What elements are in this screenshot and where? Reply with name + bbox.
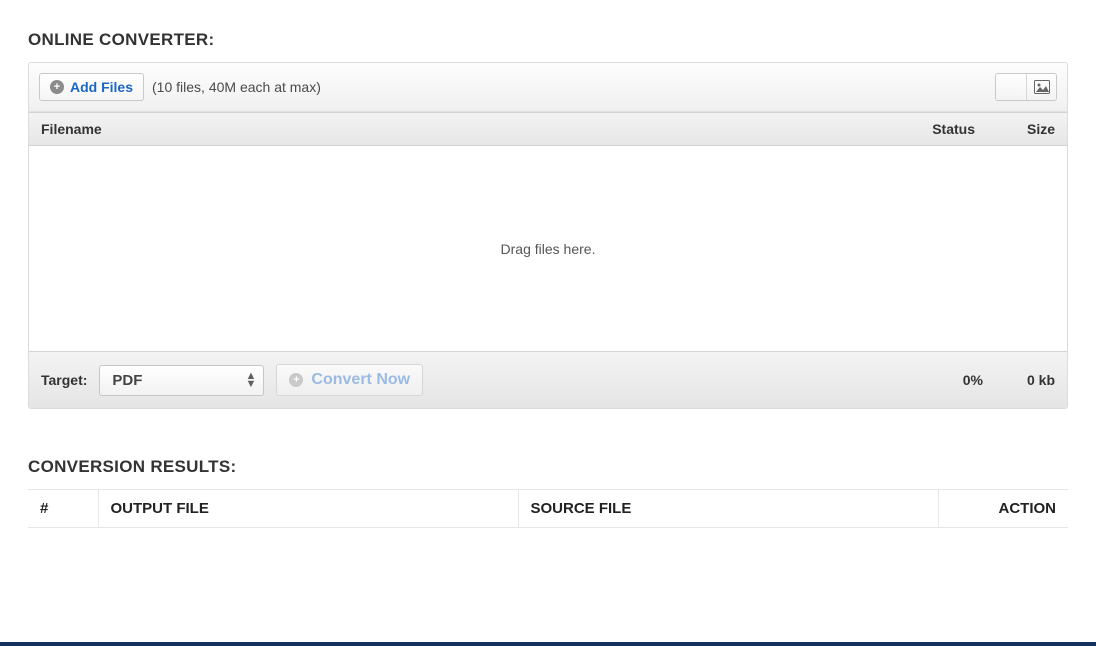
col-source-header: SOURCE FILE xyxy=(518,490,938,528)
col-output-header: OUTPUT FILE xyxy=(98,490,518,528)
file-table-header: Filename Status Size xyxy=(29,112,1067,146)
image-view-icon[interactable] xyxy=(1026,74,1056,100)
col-status-header: Status xyxy=(885,121,975,137)
add-files-label: Add Files xyxy=(70,79,133,95)
add-files-button[interactable]: + Add Files xyxy=(39,73,144,101)
file-limits-text: (10 files, 40M each at max) xyxy=(152,79,321,95)
page-footer-rule xyxy=(0,642,1096,646)
total-size: 0 kb xyxy=(995,372,1055,388)
converter-panel: + Add Files (10 files, 40M each at max) … xyxy=(28,62,1068,409)
col-size-header: Size xyxy=(975,121,1055,137)
col-action-header: ACTION xyxy=(938,490,1068,528)
view-empty-slot[interactable] xyxy=(996,74,1026,100)
online-converter-title: ONLINE CONVERTER: xyxy=(28,30,1068,50)
drop-zone-text: Drag files here. xyxy=(501,241,596,257)
view-toggle[interactable] xyxy=(995,73,1057,101)
progress-percent: 0% xyxy=(963,372,983,388)
target-label: Target: xyxy=(41,372,87,388)
plus-icon: + xyxy=(289,373,303,387)
conversion-results-title: CONVERSION RESULTS: xyxy=(28,457,1068,477)
converter-toolbar: + Add Files (10 files, 40M each at max) xyxy=(29,63,1067,112)
target-select[interactable]: PDF xyxy=(99,365,264,396)
results-header-row: # OUTPUT FILE SOURCE FILE ACTION xyxy=(28,490,1068,528)
results-table: # OUTPUT FILE SOURCE FILE ACTION xyxy=(28,489,1068,528)
col-filename-header: Filename xyxy=(41,121,885,137)
converter-footer: Target: PDF ▲▼ + Convert Now 0% 0 kb xyxy=(29,351,1067,408)
drop-zone[interactable]: Drag files here. xyxy=(29,146,1067,351)
convert-now-button[interactable]: + Convert Now xyxy=(276,364,423,396)
convert-now-label: Convert Now xyxy=(311,371,410,389)
plus-icon: + xyxy=(50,80,64,94)
col-num-header: # xyxy=(28,490,98,528)
